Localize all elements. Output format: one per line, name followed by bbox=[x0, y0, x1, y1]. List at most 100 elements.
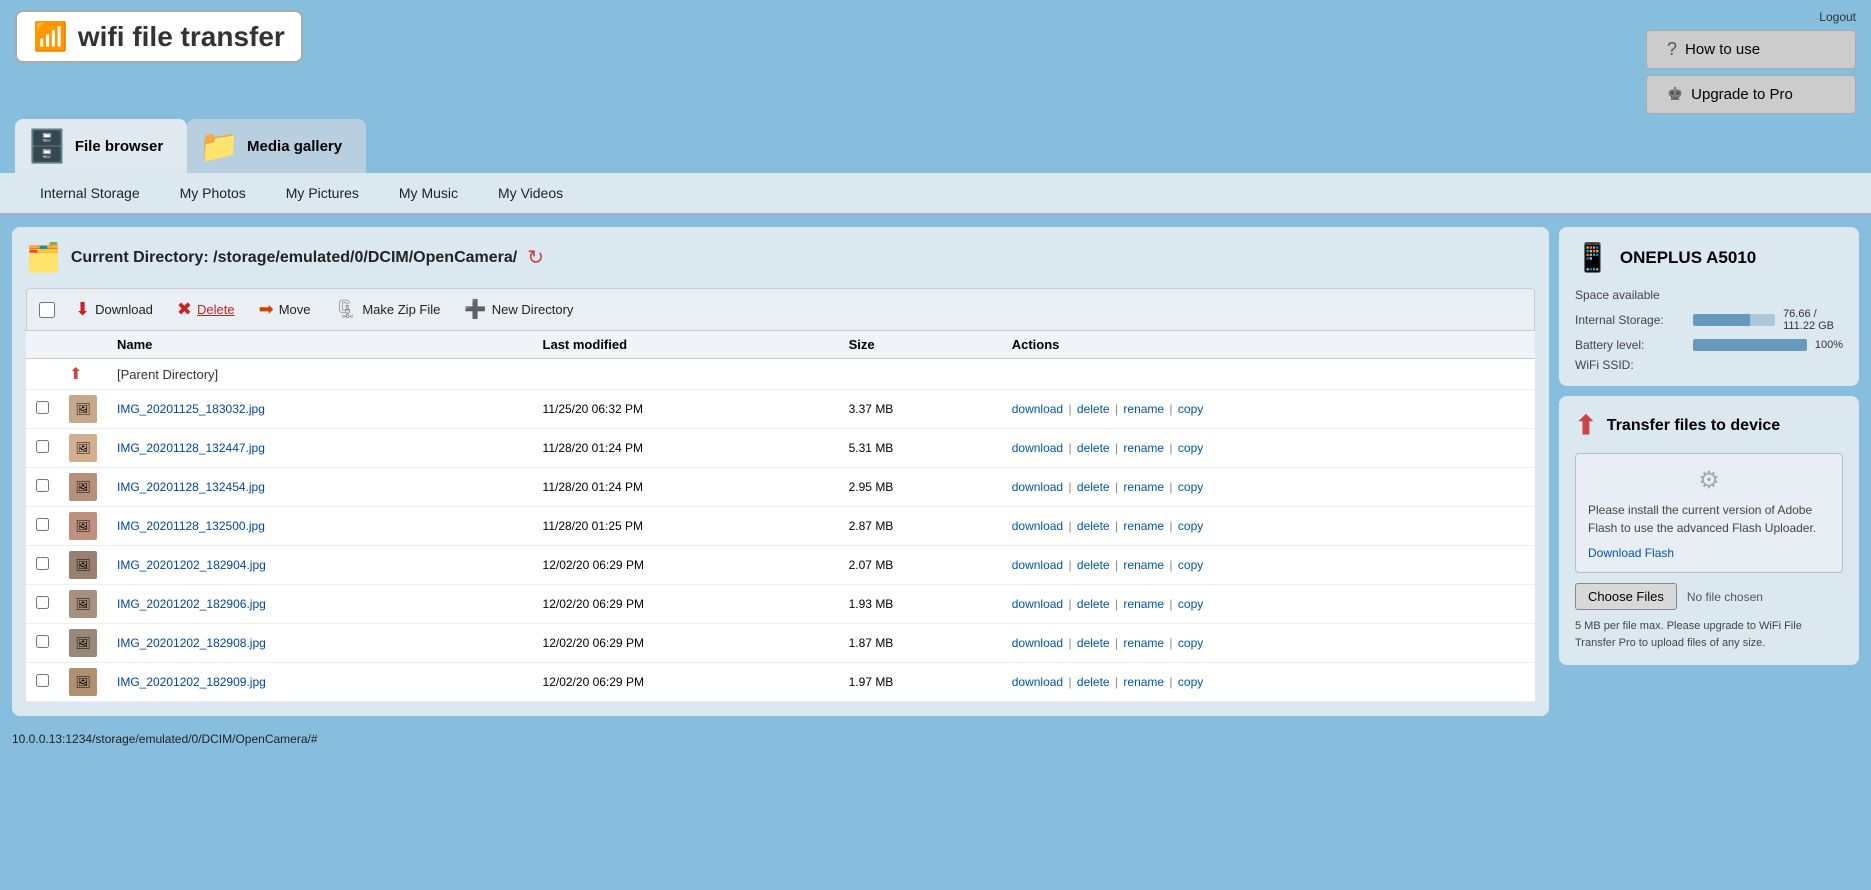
table-row: 🖼 IMG_20201128_132447.jpg 11/28/20 01:24… bbox=[26, 429, 1535, 468]
file-modified: 11/25/20 06:32 PM bbox=[533, 390, 839, 429]
action-delete-link[interactable]: delete bbox=[1077, 519, 1110, 533]
action-download-link[interactable]: download bbox=[1012, 558, 1063, 572]
file-actions: download | delete | rename | copy bbox=[1002, 429, 1535, 468]
file-panel: 🗂️ Current Directory: /storage/emulated/… bbox=[12, 227, 1549, 716]
action-rename-link[interactable]: rename bbox=[1123, 558, 1164, 572]
delete-button[interactable]: ✖ Delete bbox=[173, 297, 239, 322]
col-actions: Actions bbox=[1002, 331, 1535, 359]
sidebar-item-my-pictures[interactable]: My Pictures bbox=[266, 173, 379, 213]
action-copy-link[interactable]: copy bbox=[1178, 402, 1203, 416]
file-actions: download | delete | rename | copy bbox=[1002, 468, 1535, 507]
download-flash-link[interactable]: Download Flash bbox=[1588, 546, 1674, 560]
row-checkbox-5[interactable] bbox=[36, 596, 49, 609]
file-actions: download | delete | rename | copy bbox=[1002, 507, 1535, 546]
how-to-use-button[interactable]: ? How to use bbox=[1646, 30, 1856, 69]
row-checkbox-1[interactable] bbox=[36, 440, 49, 453]
logout-link[interactable]: Logout bbox=[1819, 10, 1856, 24]
action-rename-link[interactable]: rename bbox=[1123, 480, 1164, 494]
row-checkbox-7[interactable] bbox=[36, 674, 49, 687]
sidebar-item-internal-storage[interactable]: Internal Storage bbox=[20, 173, 160, 213]
status-url: 10.0.0.13:1234/storage/emulated/0/DCIM/O… bbox=[12, 732, 318, 746]
file-name[interactable]: IMG_20201128_132447.jpg bbox=[107, 429, 533, 468]
device-icon: 📱 bbox=[1575, 241, 1610, 274]
action-rename-link[interactable]: rename bbox=[1123, 597, 1164, 611]
row-checkbox-4[interactable] bbox=[36, 557, 49, 570]
action-download-link[interactable]: download bbox=[1012, 675, 1063, 689]
row-checkbox-6[interactable] bbox=[36, 635, 49, 648]
action-download-link[interactable]: download bbox=[1012, 636, 1063, 650]
action-delete-link[interactable]: delete bbox=[1077, 597, 1110, 611]
internal-storage-label: Internal Storage: bbox=[1575, 313, 1685, 327]
col-name: Name bbox=[107, 331, 533, 359]
file-size: 5.31 MB bbox=[839, 429, 1002, 468]
action-delete-link[interactable]: delete bbox=[1077, 402, 1110, 416]
row-checkbox-0[interactable] bbox=[36, 401, 49, 414]
no-file-text: No file chosen bbox=[1687, 590, 1763, 604]
transfer-box: ⬆ Transfer files to device ⚙ Please inst… bbox=[1559, 396, 1859, 665]
row-checkbox-3[interactable] bbox=[36, 518, 49, 531]
action-rename-link[interactable]: rename bbox=[1123, 636, 1164, 650]
action-rename-link[interactable]: rename bbox=[1123, 441, 1164, 455]
file-actions: download | delete | rename | copy bbox=[1002, 663, 1535, 702]
file-table: Name Last modified Size Actions ⬆ [Paren… bbox=[26, 331, 1535, 702]
file-modified: 11/28/20 01:24 PM bbox=[533, 468, 839, 507]
action-copy-link[interactable]: copy bbox=[1178, 519, 1203, 533]
choose-files-row: Choose Files No file chosen bbox=[1575, 583, 1843, 610]
move-button[interactable]: ➡ Move bbox=[255, 297, 315, 322]
action-download-link[interactable]: download bbox=[1012, 597, 1063, 611]
action-delete-link[interactable]: delete bbox=[1077, 675, 1110, 689]
action-rename-link[interactable]: rename bbox=[1123, 402, 1164, 416]
file-actions: download | delete | rename | copy bbox=[1002, 624, 1535, 663]
file-name[interactable]: IMG_20201202_182906.jpg bbox=[107, 585, 533, 624]
wifi-icon: 📶 bbox=[33, 20, 68, 53]
action-rename-link[interactable]: rename bbox=[1123, 675, 1164, 689]
file-thumbnail: 🖼 bbox=[69, 395, 97, 423]
tab-file-browser[interactable]: 🗄️ File browser bbox=[15, 119, 187, 173]
file-browser-icon: 🗄️ bbox=[27, 127, 67, 165]
upgrade-button[interactable]: ♚ Upgrade to Pro bbox=[1646, 75, 1856, 114]
transfer-title: ⬆ Transfer files to device bbox=[1575, 410, 1843, 441]
refresh-icon[interactable]: ↻ bbox=[527, 245, 544, 270]
action-delete-link[interactable]: delete bbox=[1077, 480, 1110, 494]
new-directory-button[interactable]: ➕ New Directory bbox=[460, 297, 577, 322]
sidebar-item-my-videos[interactable]: My Videos bbox=[478, 173, 583, 213]
action-download-link[interactable]: download bbox=[1012, 519, 1063, 533]
file-thumbnail: 🖼 bbox=[69, 629, 97, 657]
sidebar-item-my-music[interactable]: My Music bbox=[379, 173, 478, 213]
action-delete-link[interactable]: delete bbox=[1077, 558, 1110, 572]
row-checkbox-2[interactable] bbox=[36, 479, 49, 492]
action-copy-link[interactable]: copy bbox=[1178, 558, 1203, 572]
action-copy-link[interactable]: copy bbox=[1178, 675, 1203, 689]
download-button[interactable]: ⬇ Download bbox=[71, 297, 157, 322]
file-name[interactable]: IMG_20201128_132500.jpg bbox=[107, 507, 533, 546]
move-icon: ➡ bbox=[259, 299, 274, 320]
action-download-link[interactable]: download bbox=[1012, 441, 1063, 455]
select-all-checkbox[interactable] bbox=[39, 302, 55, 318]
sidebar-item-my-photos[interactable]: My Photos bbox=[160, 173, 266, 213]
table-row: 🖼 IMG_20201202_182906.jpg 12/02/20 06:29… bbox=[26, 585, 1535, 624]
storage-value: 76.66 / 111.22 GB bbox=[1783, 308, 1843, 332]
file-name[interactable]: IMG_20201202_182908.jpg bbox=[107, 624, 533, 663]
action-copy-link[interactable]: copy bbox=[1178, 480, 1203, 494]
file-name[interactable]: IMG_20201125_183032.jpg bbox=[107, 390, 533, 429]
storage-progress-bar bbox=[1693, 314, 1775, 326]
battery-label: Battery level: bbox=[1575, 338, 1685, 352]
action-rename-link[interactable]: rename bbox=[1123, 519, 1164, 533]
action-download-link[interactable]: download bbox=[1012, 402, 1063, 416]
file-name[interactable]: IMG_20201128_132454.jpg bbox=[107, 468, 533, 507]
action-download-link[interactable]: download bbox=[1012, 480, 1063, 494]
tab-media-gallery[interactable]: 📁 Media gallery bbox=[187, 119, 366, 173]
action-delete-link[interactable]: delete bbox=[1077, 441, 1110, 455]
choose-files-button[interactable]: Choose Files bbox=[1575, 583, 1677, 610]
action-copy-link[interactable]: copy bbox=[1178, 597, 1203, 611]
new-directory-icon: ➕ bbox=[464, 299, 486, 320]
action-copy-link[interactable]: copy bbox=[1178, 441, 1203, 455]
file-modified: 12/02/20 06:29 PM bbox=[533, 624, 839, 663]
file-name[interactable]: IMG_20201202_182909.jpg bbox=[107, 663, 533, 702]
action-copy-link[interactable]: copy bbox=[1178, 636, 1203, 650]
make-zip-button[interactable]: 🗜 Make Zip File bbox=[330, 297, 444, 322]
action-delete-link[interactable]: delete bbox=[1077, 636, 1110, 650]
file-size: 1.97 MB bbox=[839, 663, 1002, 702]
table-row: ⬆ [Parent Directory] bbox=[26, 359, 1535, 390]
file-name[interactable]: IMG_20201202_182904.jpg bbox=[107, 546, 533, 585]
